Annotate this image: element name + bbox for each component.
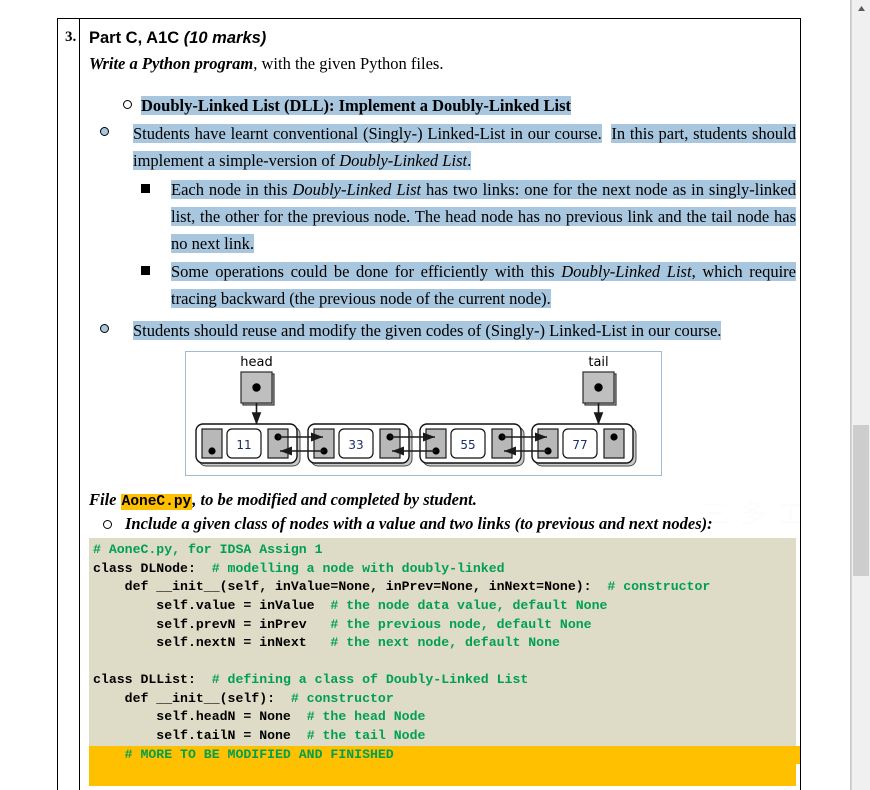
code-line: def __init__(self): # constructor <box>93 690 394 706</box>
code-line: self.tailN = None # the tail Node <box>93 728 426 744</box>
table-row: 3. Part C, A1C (10 marks) Write a Python… <box>57 17 801 790</box>
code-highlight-tail <box>89 764 796 787</box>
include-text: Include a given class of nodes with a va… <box>125 514 713 534</box>
doubly-linked-list-diagram: head tail 11 33 55 77 <box>185 351 662 477</box>
circle-bullet-icon <box>100 324 109 334</box>
scroll-up-arrow-icon[interactable] <box>852 0 870 17</box>
sub2-emphasis: Doubly-Linked List <box>561 262 692 282</box>
node-value: 55 <box>460 438 475 452</box>
list-item: Each node in this Doubly-Linked List has… <box>89 177 796 258</box>
code-line: self.value = inValue # the node data val… <box>93 597 608 613</box>
sub1-emphasis: Doubly-Linked List <box>292 179 422 199</box>
code-block[interactable]: # AoneC.py, for IDSA Assign 1 class DLNod… <box>89 538 800 765</box>
item1-emphasis: Doubly-Linked List <box>339 150 468 170</box>
circle-bullet-icon <box>123 100 132 109</box>
node-value: 11 <box>236 438 251 452</box>
intro-line: Write a Python program, with the given P… <box>89 54 796 74</box>
sub1-prefix: Each node in this <box>171 179 293 199</box>
dll-node: 55 <box>419 423 525 467</box>
code-line: # AoneC.py, for IDSA Assign 1 <box>93 542 323 558</box>
file-line: File AoneC.py, to be modified and comple… <box>89 490 796 511</box>
code-line-highlighted: # MORE TO BE MODIFIED AND FINISHED <box>89 745 800 765</box>
file-name-highlight: AoneC.py <box>120 494 193 511</box>
list-item: Include a given class of nodes with a va… <box>89 514 796 534</box>
code-line: self.headN = None # the head Node <box>93 709 426 725</box>
code-line: self.prevN = inPrev # the previous node,… <box>93 616 592 632</box>
dll-node: 33 <box>307 423 413 467</box>
code-line: class DLList: # defining a class of Doub… <box>93 672 529 688</box>
file-prefix: File <box>89 490 121 510</box>
dll-heading: Doubly-Linked List (DLL): Implement a Do… <box>141 96 571 115</box>
dll-node: 77 <box>531 423 637 467</box>
code-line: def __init__(self, inValue=None, inPrev=… <box>93 579 711 595</box>
file-suffix: , to be modified and completed by studen… <box>192 490 477 510</box>
question-body: Part C, A1C (10 marks) Write a Python pr… <box>79 17 801 790</box>
list-item: Doubly-Linked List (DLL): Implement a Do… <box>89 96 796 116</box>
square-bullet-icon <box>141 266 150 276</box>
square-bullet-icon <box>141 183 150 193</box>
dll-node: 11 <box>195 423 301 467</box>
item1-end: . <box>467 150 472 170</box>
vertical-scrollbar[interactable] <box>851 0 870 790</box>
list-item: Students should reuse and modify the giv… <box>89 318 796 345</box>
circle-bullet-icon <box>100 127 109 136</box>
list-item: Students have learnt conventional (Singl… <box>89 121 797 175</box>
document-viewport[interactable]: 三 多 工 3. Part C, A1C (10 marks) Write a … <box>0 0 842 790</box>
question-table: 3. Part C, A1C (10 marks) Write a Python… <box>57 17 801 790</box>
item2-text: Students should reuse and modify the giv… <box>133 321 722 341</box>
code-line: self.nextN = inNext # the next node, def… <box>93 635 560 651</box>
circle-bullet-icon <box>103 520 112 530</box>
node-value: 33 <box>348 438 363 452</box>
intro-rest: , with the given Python files. <box>253 54 444 73</box>
sub2-prefix: Some operations could be done for effici… <box>171 262 562 282</box>
code-line: class DLNode: # modelling a node with do… <box>93 560 505 576</box>
diagram-head-label: head <box>240 355 272 370</box>
dll-diagram-svg: head tail 11 33 55 77 <box>195 355 637 467</box>
scrollbar-thumb[interactable] <box>853 425 869 576</box>
list-item: Some operations could be done for effici… <box>89 259 796 313</box>
question-number: 3. <box>57 17 80 790</box>
diagram-tail-label: tail <box>588 355 608 370</box>
part-title-text: Part C, A1C <box>89 29 184 47</box>
page-title: Part C, A1C (10 marks) <box>89 29 796 48</box>
node-value: 77 <box>572 438 587 452</box>
item1-part-a: Students have learnt conventional (Singl… <box>133 124 602 143</box>
marks-label: (10 marks) <box>183 29 267 47</box>
intro-emphasis: Write a Python program <box>89 54 254 73</box>
